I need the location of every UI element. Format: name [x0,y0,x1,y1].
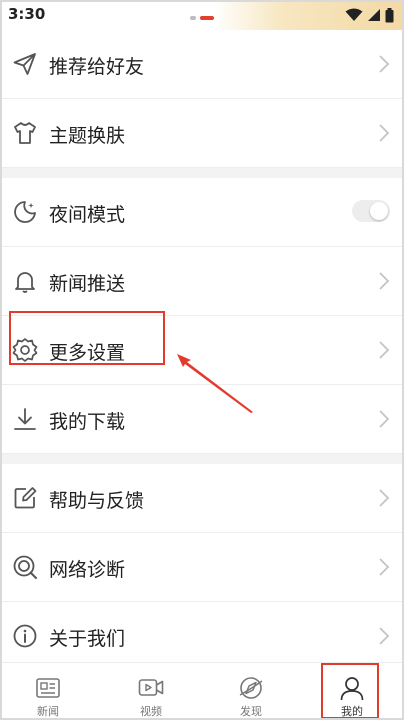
menu-item-label: 夜间模式 [49,204,126,226]
discover-icon [239,677,263,699]
chevron-right-icon [379,55,390,73]
menu-item-label: 我的下载 [49,411,126,433]
status-time: 3:30 [8,5,46,23]
menu-item-help-feedback[interactable]: 帮助与反馈 [0,464,404,533]
tshirt-icon [14,122,36,144]
chevron-right-icon [379,341,390,359]
menu-item-recommend[interactable]: 推荐给好友 [0,30,404,99]
download-icon [14,408,36,430]
bell-icon [15,272,35,293]
chevron-right-icon [379,124,390,142]
menu-item-label: 关于我们 [49,628,126,650]
annotation-highlight-box [9,311,165,365]
nav-tab-discover[interactable]: 发现 [221,663,281,719]
menu-item-theme[interactable]: 主题换肤 [0,99,404,168]
menu-item-about[interactable]: 关于我们 [0,602,404,671]
menu-item-label: 推荐给好友 [49,56,145,78]
menu-item-label: 主题换肤 [49,125,126,147]
night-mode-toggle[interactable] [352,200,390,222]
toggle-knob [370,202,388,220]
section-divider [0,168,404,178]
chevron-right-icon [379,489,390,507]
nav-label: 视频 [140,705,162,718]
page-indicator-dot [190,16,196,20]
menu-item-network-diagnosis[interactable]: 网络诊断 [0,533,404,602]
chevron-right-icon [379,272,390,290]
chevron-right-icon [379,410,390,428]
edit-icon [14,487,37,509]
status-bar: 3:30 [0,0,404,30]
menu-item-night-mode[interactable]: 夜间模式 [0,178,404,247]
wifi-icon [345,8,363,21]
news-icon [36,678,60,698]
menu-item-label: 网络诊断 [49,559,126,581]
menu-item-label: 新闻推送 [49,273,126,295]
chevron-right-icon [379,558,390,576]
nav-tab-news[interactable]: 新闻 [18,663,78,719]
moon-icon [14,201,36,223]
menu-item-label: 帮助与反馈 [49,490,145,512]
chevron-right-icon [379,627,390,645]
annotation-nav-highlight-box [321,663,379,719]
nav-label: 新闻 [37,705,59,718]
nav-tab-video[interactable]: 视频 [121,663,181,719]
info-icon [13,624,37,648]
battery-icon [385,7,394,22]
nav-label: 发现 [240,705,262,718]
network-icon [13,555,37,579]
annotation-arrow [177,354,253,413]
signal-icon [368,9,380,21]
video-icon [138,679,164,696]
send-icon [13,53,36,75]
page-indicator [190,16,220,22]
status-icons [345,6,394,24]
menu-item-push-notifications[interactable]: 新闻推送 [0,247,404,316]
page-indicator-active [200,16,214,20]
section-divider [0,454,404,464]
